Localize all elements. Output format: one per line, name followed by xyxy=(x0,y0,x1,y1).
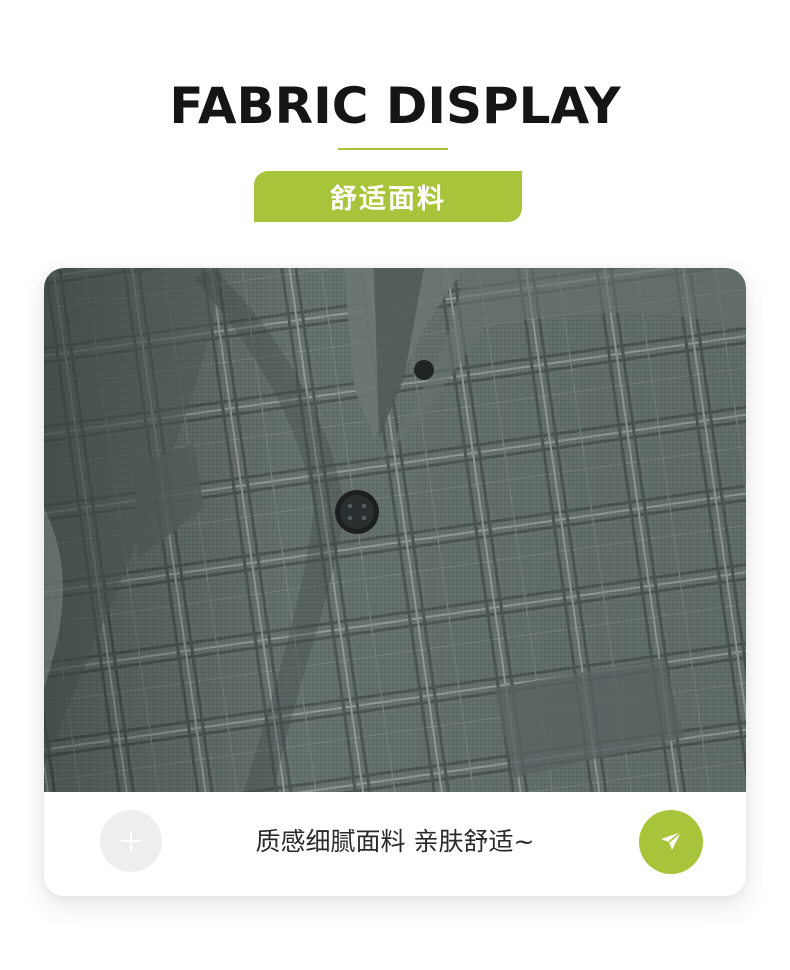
send-button[interactable] xyxy=(639,810,703,874)
add-button[interactable] xyxy=(100,810,162,872)
caption-text: 质感细腻面料 亲肤舒适~ xyxy=(255,827,535,856)
subtitle-pill-label: 舒适面料 xyxy=(330,184,446,215)
paper-plane-icon xyxy=(661,831,682,850)
subtitle-pill: 舒适面料 xyxy=(254,171,522,222)
fabric-card: 质感细腻面料 亲肤舒适~ xyxy=(44,268,746,896)
page-title: FABRIC DISPLAY xyxy=(169,77,621,135)
caption-bar: 质感细腻面料 亲肤舒适~ xyxy=(44,792,746,896)
plus-icon xyxy=(121,831,141,851)
title-underline xyxy=(338,148,448,150)
fabric-photo xyxy=(44,268,746,792)
